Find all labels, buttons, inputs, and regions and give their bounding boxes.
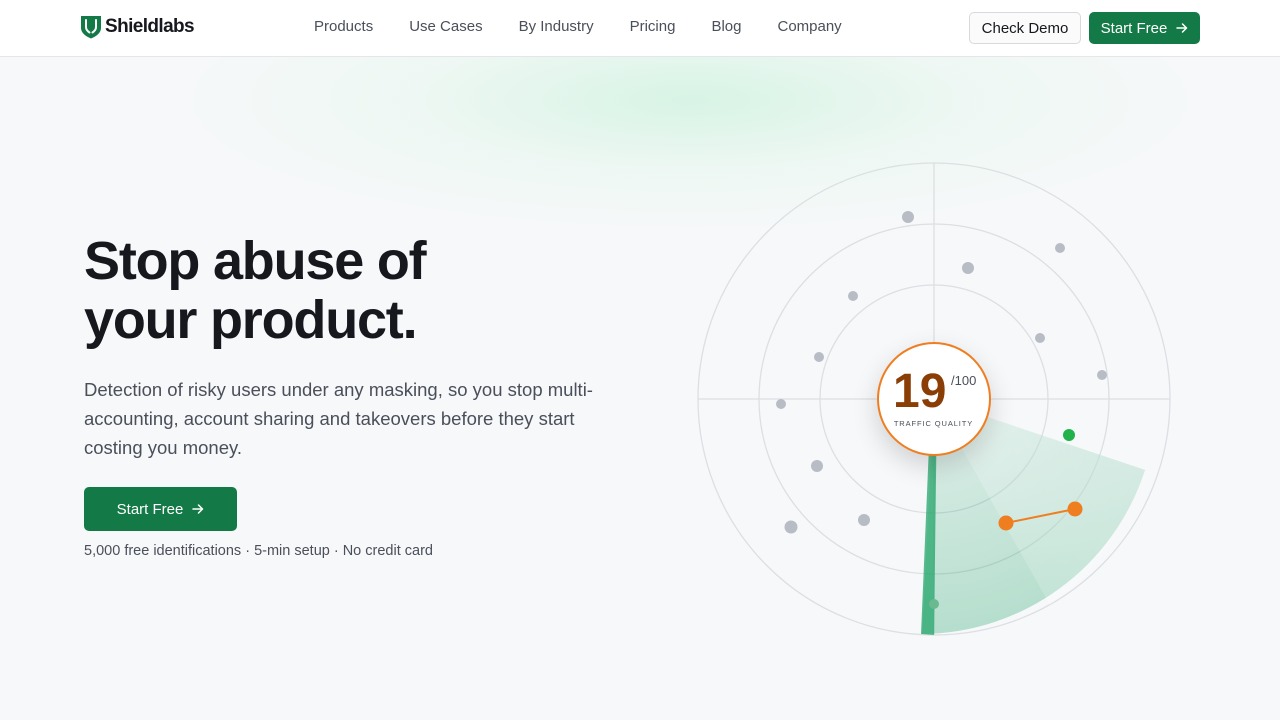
start-free-hero-button[interactable]: Start Free <box>84 487 237 531</box>
brand-logo[interactable]: Shieldlabs <box>80 15 195 39</box>
hero-subtitle: Detection of risky users under any maski… <box>84 379 593 458</box>
radar-safe-point <box>1063 429 1075 441</box>
nav-item-blog[interactable]: Blog <box>711 18 741 36</box>
traffic-quality-label: TRAFFIC QUALITY <box>893 419 974 428</box>
start-free-header-button[interactable]: Start Free <box>1089 12 1200 44</box>
traffic-quality-score: 19 <box>893 365 947 418</box>
main-nav: Products Use Cases By Industry Pricing B… <box>314 18 878 36</box>
check-demo-button[interactable]: Check Demo <box>969 12 1081 44</box>
arrow-right-icon <box>1176 23 1188 33</box>
nav-item-products[interactable]: Products <box>314 18 373 36</box>
arrow-right-icon <box>192 504 204 514</box>
start-free-header-label: Start Free <box>1100 19 1168 37</box>
check-demo-label: Check Demo <box>981 19 1069 37</box>
traffic-quality-score-max: /100 <box>951 373 977 388</box>
traffic-quality-score-badge: 19 /100 TRAFFIC QUALITY <box>877 342 991 456</box>
top-navigation-bar: Shieldlabs Products Use Cases By Industr… <box>0 0 1280 57</box>
nav-item-company[interactable]: Company <box>777 18 841 36</box>
brand-name: Shieldlabs <box>105 16 195 37</box>
shield-logo-icon <box>81 16 101 39</box>
hero-title-line-1: Stop abuse of <box>84 231 427 291</box>
nav-item-by-industry[interactable]: By Industry <box>519 18 594 36</box>
hero-title-line-2: your product. <box>84 290 418 350</box>
start-free-hero-label: Start Free <box>116 500 184 518</box>
nav-item-pricing[interactable]: Pricing <box>630 18 676 36</box>
hero-title: Stop abuse of your product. <box>84 232 604 350</box>
nav-item-use-cases[interactable]: Use Cases <box>409 18 482 36</box>
hero-note: 5,000 free identifications · 5-min setup… <box>84 543 433 559</box>
